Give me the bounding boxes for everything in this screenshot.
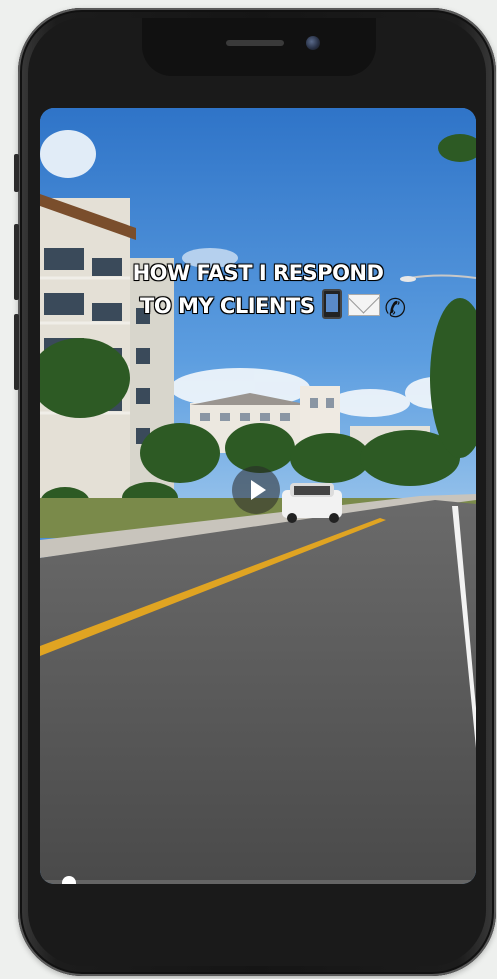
play-icon: [250, 480, 266, 500]
video-caption: HOW FAST I RESPOND TO MY CLIENTS ✆: [40, 258, 476, 325]
caption-line-2: TO MY CLIENTS: [140, 294, 315, 318]
road: [40, 500, 476, 884]
front-camera: [306, 36, 320, 50]
caption-line-1: HOW FAST I RESPOND: [132, 261, 384, 285]
play-button[interactable]: [232, 466, 280, 514]
volume-up-button: [14, 224, 19, 300]
progress-track[interactable]: [40, 880, 476, 884]
mute-switch: [14, 154, 19, 192]
mobile-phone-icon: [322, 289, 343, 319]
caption-line-2-row: TO MY CLIENTS ✆: [40, 289, 476, 325]
volume-down-button: [14, 314, 19, 390]
telephone-receiver-icon: ✆: [384, 294, 406, 324]
phone-notch: [142, 18, 376, 76]
video-player[interactable]: HOW FAST I RESPOND TO MY CLIENTS ✆: [40, 108, 476, 884]
earpiece-speaker: [226, 40, 284, 46]
car: [282, 483, 342, 523]
envelope-icon: [348, 294, 381, 316]
